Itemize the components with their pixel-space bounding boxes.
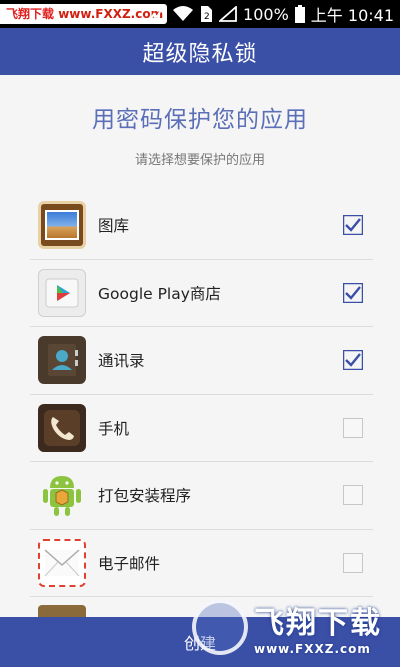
list-item[interactable]: 手机 — [30, 395, 373, 462]
page-heading: 用密码保护您的应用 — [92, 107, 308, 133]
checkbox-unchecked[interactable] — [343, 552, 363, 573]
list-item[interactable]: 电子邮件 — [30, 530, 373, 597]
svg-text:2: 2 — [204, 12, 210, 22]
list-item[interactable]: 打包安装程序 — [30, 462, 373, 530]
app-label: 图库 — [98, 217, 130, 236]
watermark-url: www.FXXZ.com — [58, 7, 164, 21]
contacts-icon — [38, 336, 86, 385]
list-item[interactable]: Google Play商店 — [30, 260, 373, 327]
sim-card-icon: 2 — [199, 5, 213, 23]
page-subheading: 请选择想要保护的应用 — [134, 153, 265, 168]
status-icons: 2 100% 上午 10:41 — [149, 0, 394, 28]
app-label: 手机 — [98, 419, 130, 438]
signal-activity-icon — [149, 7, 167, 21]
email-icon — [38, 538, 86, 587]
status-bar: 飞翔下载 www.FXXZ.com 2 100% 上午 10:41 — [0, 0, 400, 28]
battery-text: 100% — [243, 4, 289, 24]
package-installer-icon — [38, 471, 86, 519]
logo-watermark: 飞翔下载 www.FXXZ.com — [192, 590, 400, 664]
partial-list-item-icon — [38, 605, 86, 617]
list-item[interactable]: 图库 — [30, 192, 373, 260]
watermark-logo-icon — [192, 599, 248, 655]
watermark-logo-cn: 飞翔下载 — [254, 606, 382, 641]
gallery-icon — [38, 201, 86, 250]
phone-icon — [38, 403, 86, 452]
app-list: 图库 Google Play商店 通讯录 手机 打包安装程序 电子邮件 — [30, 192, 373, 597]
wifi-icon — [173, 6, 194, 22]
play-store-icon — [38, 268, 86, 317]
clock-text: 上午 10:41 — [310, 6, 394, 25]
title-bar: 超级隐私锁 — [0, 28, 400, 75]
watermark-logo-url: www.FXXZ.com — [254, 642, 371, 656]
checkbox-checked[interactable] — [342, 282, 364, 303]
app-title: 超级隐私锁 — [142, 41, 258, 67]
cell-signal-icon — [219, 6, 237, 22]
checkbox-unchecked[interactable] — [343, 417, 363, 438]
checkbox-unchecked[interactable] — [343, 485, 363, 506]
watermark-logo-text: 飞翔下载 www.FXXZ.com — [254, 598, 382, 656]
watermark-text: 飞翔下载 — [6, 7, 55, 21]
watermark-banner: 飞翔下载 www.FXXZ.com — [0, 4, 168, 24]
app-label: Google Play商店 — [98, 284, 221, 303]
battery-icon — [294, 5, 305, 23]
checkbox-checked[interactable] — [342, 350, 364, 371]
checkbox-checked[interactable] — [342, 215, 364, 236]
app-label: 打包安装程序 — [98, 487, 192, 506]
list-item[interactable]: 通讯录 — [30, 327, 373, 395]
app-label: 电子邮件 — [98, 554, 161, 573]
app-label: 通讯录 — [98, 352, 145, 371]
